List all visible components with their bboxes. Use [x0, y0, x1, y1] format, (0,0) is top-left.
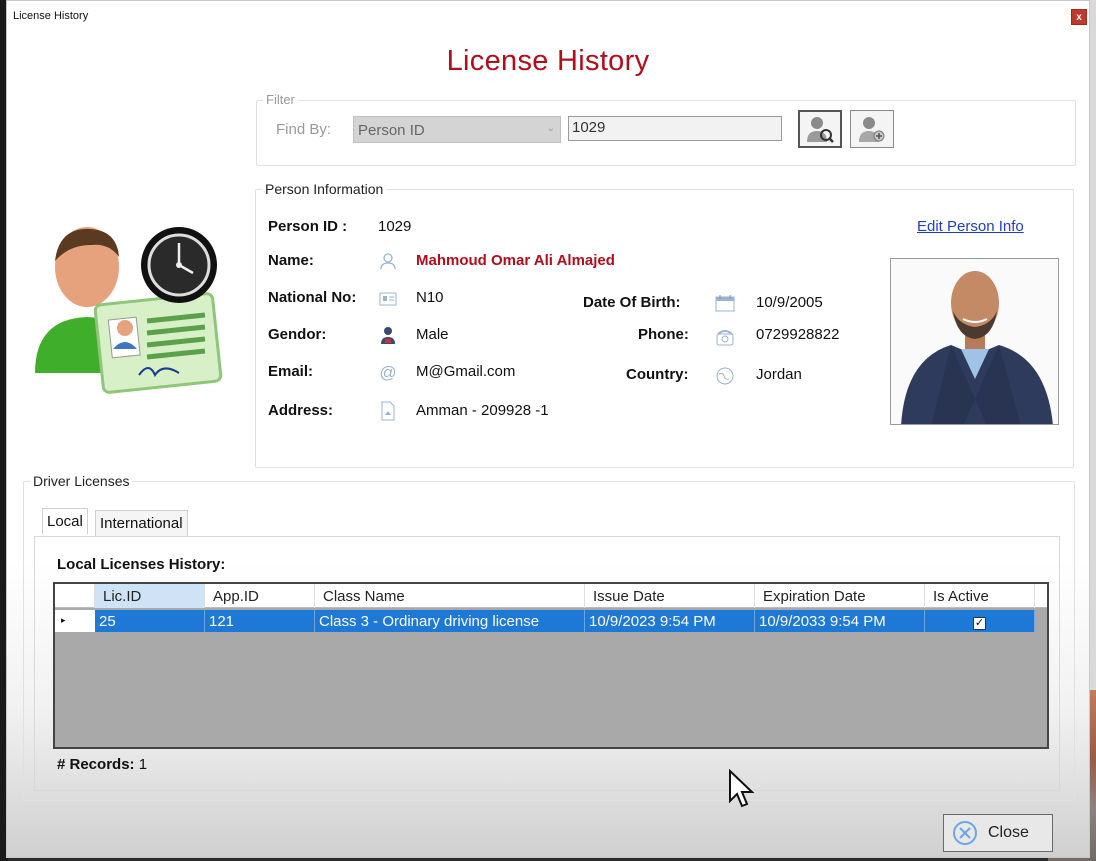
- tab-local[interactable]: Local: [42, 508, 88, 534]
- person-portrait-image: [891, 259, 1058, 424]
- find-person-button[interactable]: [798, 110, 842, 148]
- is-active-checkbox[interactable]: ✓: [973, 617, 986, 630]
- column-issue-date[interactable]: Issue Date: [585, 584, 755, 608]
- dob-label: Date Of Birth:: [583, 294, 681, 311]
- page-title: License History: [446, 45, 650, 77]
- records-value: 1: [138, 756, 148, 773]
- cell-class-name[interactable]: Class 3 - Ordinary driving license: [315, 610, 585, 632]
- close-button[interactable]: Close: [943, 814, 1053, 852]
- country-label: Country:: [626, 366, 689, 383]
- person-license-clock-icon: [35, 227, 223, 394]
- person-id-label: Person ID :: [268, 218, 348, 235]
- find-by-label: Find By:: [276, 121, 332, 138]
- find-by-selected: Person ID: [358, 122, 425, 139]
- gender-value: Male: [416, 326, 449, 343]
- search-input[interactable]: 1029: [568, 116, 782, 141]
- column-app-id[interactable]: App.ID: [205, 584, 315, 608]
- cell-issue-date[interactable]: 10/9/2023 9:54 PM: [585, 610, 755, 632]
- cell-expiration-date[interactable]: 10/9/2033 9:54 PM: [755, 610, 925, 632]
- person-id-value: 1029: [378, 218, 412, 235]
- phone-value: 0729928822: [756, 326, 840, 343]
- mouse-cursor-icon: [729, 769, 755, 808]
- grid-corner: [55, 584, 95, 608]
- person-icon: [378, 251, 398, 271]
- filter-legend: Filter: [263, 92, 298, 107]
- chevron-down-icon: ⌄: [546, 123, 555, 134]
- gender-label: Gendor:: [268, 326, 327, 343]
- title-bar[interactable]: License History x: [7, 1, 1089, 33]
- window-close-button[interactable]: x: [1071, 9, 1087, 25]
- find-by-select[interactable]: Person ID ⌄: [353, 116, 561, 143]
- at-sign-icon: @: [379, 363, 397, 382]
- license-illustration: [29, 223, 229, 403]
- add-person-icon: [859, 117, 885, 142]
- close-circle-icon: [953, 821, 977, 845]
- close-button-label: Close: [988, 824, 1029, 841]
- driver-licenses-legend: Driver Licenses: [30, 473, 133, 489]
- column-is-active[interactable]: Is Active: [925, 584, 1035, 608]
- records-count: # Records: 1: [57, 756, 147, 773]
- address-value: Amman - 209928 -1: [416, 402, 549, 419]
- person-info-group: Person Information Person ID : 1029 Edit…: [255, 181, 1074, 468]
- person-photo: [890, 258, 1059, 425]
- find-person-icon: [807, 117, 834, 143]
- row-selector-icon[interactable]: ▸: [55, 610, 95, 632]
- name-label: Name:: [268, 252, 314, 269]
- grid-header: Lic.ID App.ID Class Name Issue Date Expi…: [55, 584, 1047, 608]
- dob-value: 10/9/2005: [756, 294, 823, 311]
- column-class-name[interactable]: Class Name: [315, 584, 585, 608]
- person-info-legend: Person Information: [262, 181, 387, 197]
- email-value: M@Gmail.com: [416, 363, 516, 380]
- country-value: Jordan: [756, 366, 802, 383]
- grid-title: Local Licenses History:: [57, 556, 226, 573]
- phone-label: Phone:: [638, 326, 689, 343]
- column-lic-id[interactable]: Lic.ID: [95, 584, 205, 608]
- cell-is-active[interactable]: ✓: [925, 610, 1035, 632]
- name-value: Mahmoud Omar Ali Almajed: [416, 252, 615, 269]
- cell-lic-id[interactable]: 25: [95, 610, 205, 632]
- phone-icon: [715, 327, 735, 347]
- tab-international[interactable]: International: [95, 510, 188, 536]
- license-history-window: License History x License History Filter…: [6, 0, 1090, 858]
- licenses-grid[interactable]: Lic.ID App.ID Class Name Issue Date Expi…: [53, 582, 1049, 749]
- national-no-label: National No:: [268, 289, 357, 306]
- column-expiration-date[interactable]: Expiration Date: [755, 584, 925, 608]
- male-icon: [378, 325, 398, 345]
- add-person-button[interactable]: [850, 110, 894, 148]
- email-label: Email:: [268, 363, 314, 380]
- edit-person-info-link[interactable]: Edit Person Info: [917, 218, 1024, 235]
- records-label: # Records:: [57, 756, 135, 773]
- globe-icon: [715, 366, 735, 386]
- calendar-icon: [715, 293, 735, 313]
- national-no-value: N10: [416, 289, 444, 306]
- table-row[interactable]: ▸ 25 121 Class 3 - Ordinary driving lice…: [55, 610, 1035, 632]
- filter-group: Filter Find By: Person ID ⌄ 1029: [256, 92, 1076, 166]
- window-title: License History: [13, 10, 89, 22]
- address-label: Address:: [268, 402, 334, 419]
- address-icon: [378, 401, 398, 421]
- cell-app-id[interactable]: 121: [205, 610, 315, 632]
- id-card-icon: [378, 289, 398, 309]
